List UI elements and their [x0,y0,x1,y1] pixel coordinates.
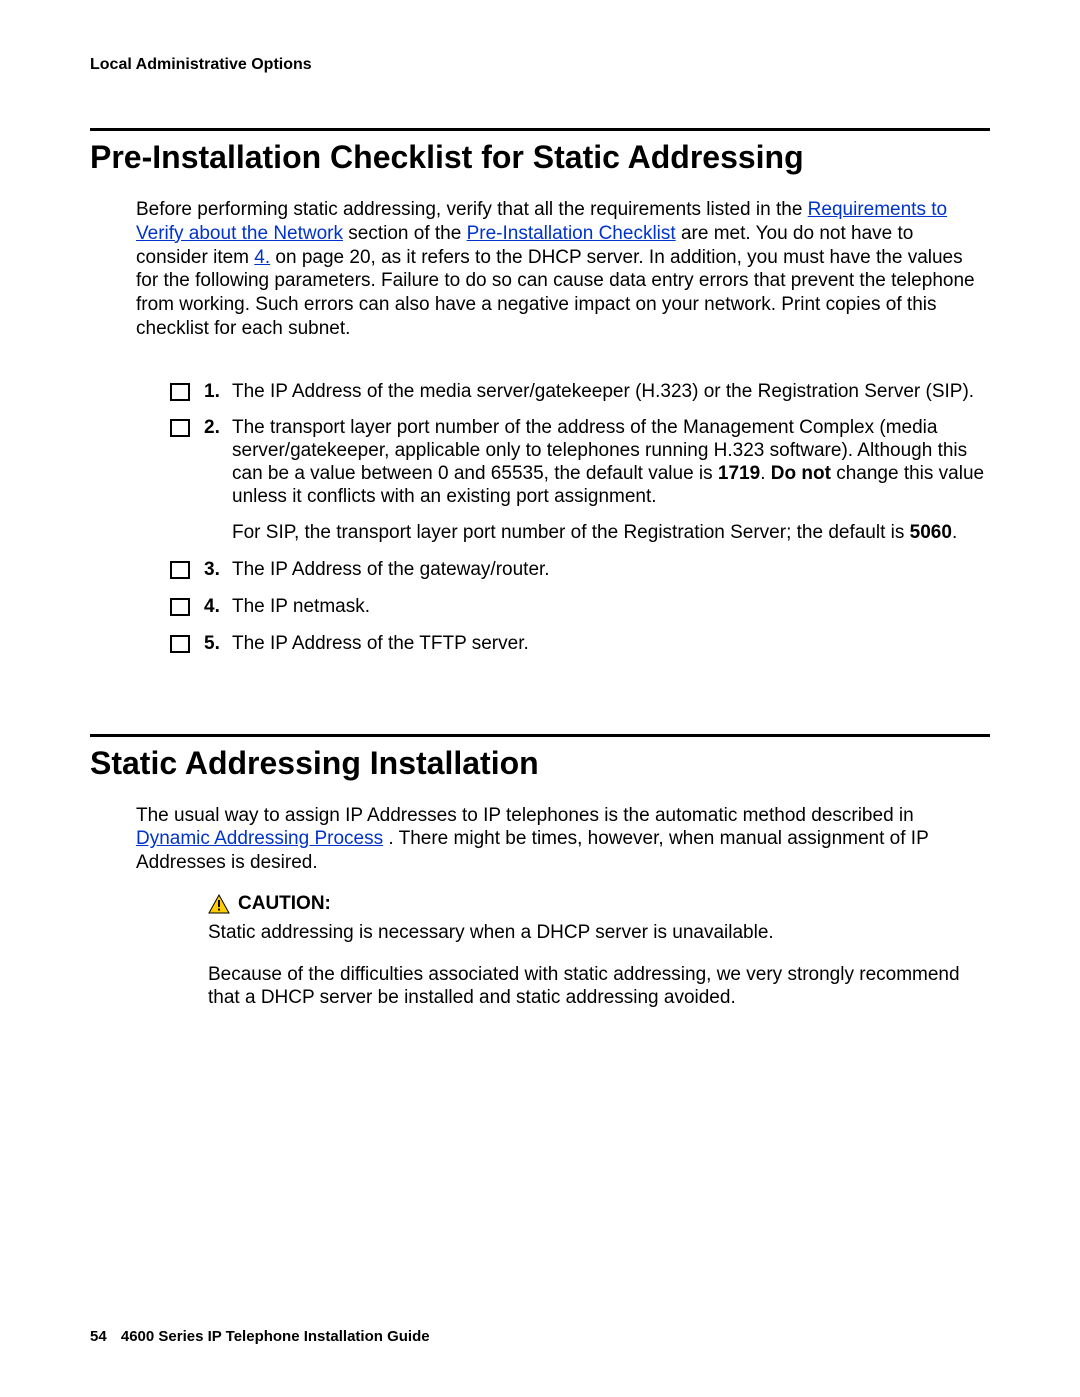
link-item-4[interactable]: 4. [254,247,270,268]
section2-title: Static Addressing Installation [90,745,990,782]
paragraph: The IP Address of the media server/gatek… [232,381,990,404]
paragraph: The IP Address of the gateway/router. [232,559,990,582]
checklist-item: 4.The IP netmask. [170,596,990,619]
caution-header: CAUTION: [208,893,990,915]
checkbox-icon [170,419,190,437]
page-footer: 54 4600 Series IP Telephone Installation… [90,1328,430,1345]
section2-intro: The usual way to assign IP Addresses to … [136,804,990,875]
checklist-text: The IP Address of the gateway/router. [232,559,990,582]
caution-text-1: Static addressing is necessary when a DH… [208,921,990,945]
text: . [952,522,957,543]
section1-intro: Before performing static addressing, ver… [136,198,990,341]
link-dynamic-addressing[interactable]: Dynamic Addressing Process [136,828,383,849]
checklist-number: 5. [204,633,232,655]
text: The usual way to assign IP Addresses to … [136,805,914,826]
checklist-text: The transport layer port number of the a… [232,417,990,545]
text: section of the [348,223,466,244]
caution-icon [208,894,230,914]
checklist-text: The IP netmask. [232,596,990,619]
bold-text: 1719 [718,463,760,484]
text: For SIP, the transport layer port number… [232,522,910,543]
text: . [760,463,771,484]
checklist-number: 2. [204,417,232,439]
section1-title: Pre-Installation Checklist for Static Ad… [90,139,990,176]
checklist-item: 2.The transport layer port number of the… [170,417,990,545]
checkbox-icon [170,598,190,616]
checklist-number: 1. [204,381,232,403]
checklist-item: 3.The IP Address of the gateway/router. [170,559,990,582]
text: Before performing static addressing, ver… [136,199,808,220]
bold-text: Do not [771,463,831,484]
checklist-text: The IP Address of the TFTP server. [232,633,990,656]
caution-block: CAUTION: Static addressing is necessary … [208,893,990,1010]
checklist: 1.The IP Address of the media server/gat… [170,381,990,656]
caution-label: CAUTION: [238,893,331,915]
paragraph: The IP Address of the TFTP server. [232,633,990,656]
checklist-item: 1.The IP Address of the media server/gat… [170,381,990,404]
caution-text-2: Because of the difficulties associated w… [208,963,990,1011]
checklist-number: 3. [204,559,232,581]
paragraph: The transport layer port number of the a… [232,417,990,508]
doc-title: 4600 Series IP Telephone Installation Gu… [121,1328,430,1345]
bold-text: 5060 [910,522,952,543]
section-rule [90,128,990,131]
link-preinstall-checklist[interactable]: Pre-Installation Checklist [467,223,676,244]
checkbox-icon [170,561,190,579]
page: Local Administrative Options Pre-Install… [0,0,1080,1397]
paragraph: The IP netmask. [232,596,990,619]
checklist-item: 5.The IP Address of the TFTP server. [170,633,990,656]
section-rule [90,734,990,737]
running-header: Local Administrative Options [90,56,990,74]
page-number: 54 [90,1328,107,1345]
checkbox-icon [170,383,190,401]
paragraph: For SIP, the transport layer port number… [232,522,990,545]
checklist-text: The IP Address of the media server/gatek… [232,381,990,404]
checkbox-icon [170,635,190,653]
checklist-number: 4. [204,596,232,618]
